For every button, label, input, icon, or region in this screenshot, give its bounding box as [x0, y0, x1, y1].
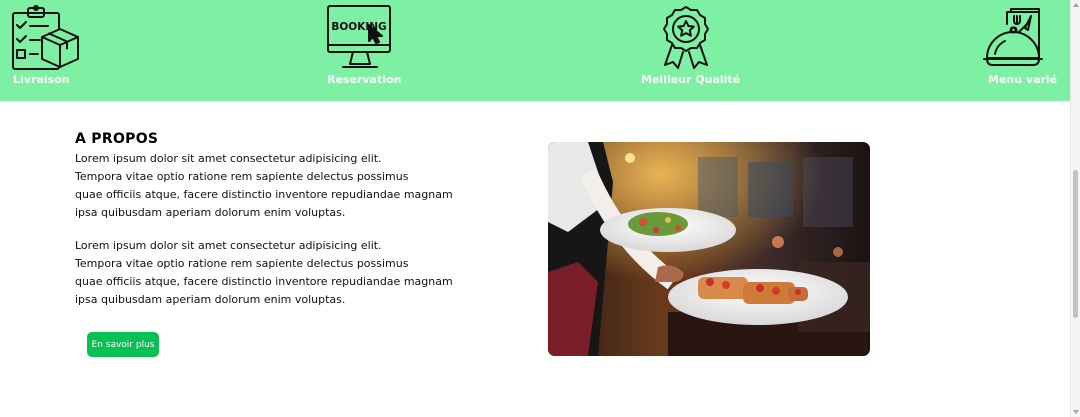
paragraph-line: ipsa quibusdam aperiam dolorum enim volu… [75, 206, 346, 219]
booking-monitor-icon: BOOKING [327, 5, 391, 68]
feature-label: Reservation [327, 73, 402, 86]
paragraph-line: Tempora vitae optio ratione rem sapiente… [75, 170, 409, 183]
feature-menu: Menu varié [970, 0, 1070, 101]
page-scrollbar[interactable] [1070, 0, 1080, 417]
delivery-checklist-icon [12, 5, 79, 70]
paragraph-line: quae officiis atque, facere distinctio i… [75, 188, 453, 201]
quality-award-badge-icon [663, 6, 709, 69]
scroll-down-arrow-icon[interactable] [1073, 410, 1079, 414]
feature-livraison: Livraison [0, 0, 120, 101]
paragraph-line: Tempora vitae optio ratione rem sapiente… [75, 257, 409, 270]
paragraph-line: Lorem ipsum dolor sit amet consectetur a… [75, 239, 382, 252]
feature-label: Livraison [13, 73, 70, 86]
learn-more-button[interactable]: En savoir plus [87, 332, 159, 357]
features-banner: Livraison BOOKING Reservation Meilleur Q… [0, 0, 1070, 101]
scroll-up-arrow-icon[interactable] [1073, 3, 1079, 7]
booking-icon-text: BOOKING [331, 21, 386, 33]
paragraph-line: Lorem ipsum dolor sit amet consectetur a… [75, 152, 382, 165]
scroll-thumb[interactable] [1073, 170, 1078, 318]
waiter-serving-plates-photo [548, 142, 870, 356]
feature-quality: Meilleur Qualité [630, 0, 770, 101]
about-title: A PROPOS [75, 131, 159, 147]
feature-reservation: BOOKING Reservation [320, 0, 440, 101]
about-paragraph: Lorem ipsum dolor sit amet consectetur a… [75, 150, 455, 222]
paragraph-line: ipsa quibusdam aperiam dolorum enim volu… [75, 293, 346, 306]
menu-cloche-icon [983, 8, 1043, 66]
feature-label: Meilleur Qualité [641, 73, 741, 86]
about-paragraph: Lorem ipsum dolor sit amet consectetur a… [75, 237, 455, 309]
feature-label: Menu varié [988, 73, 1058, 86]
paragraph-line: quae officiis atque, facere distinctio i… [75, 275, 453, 288]
